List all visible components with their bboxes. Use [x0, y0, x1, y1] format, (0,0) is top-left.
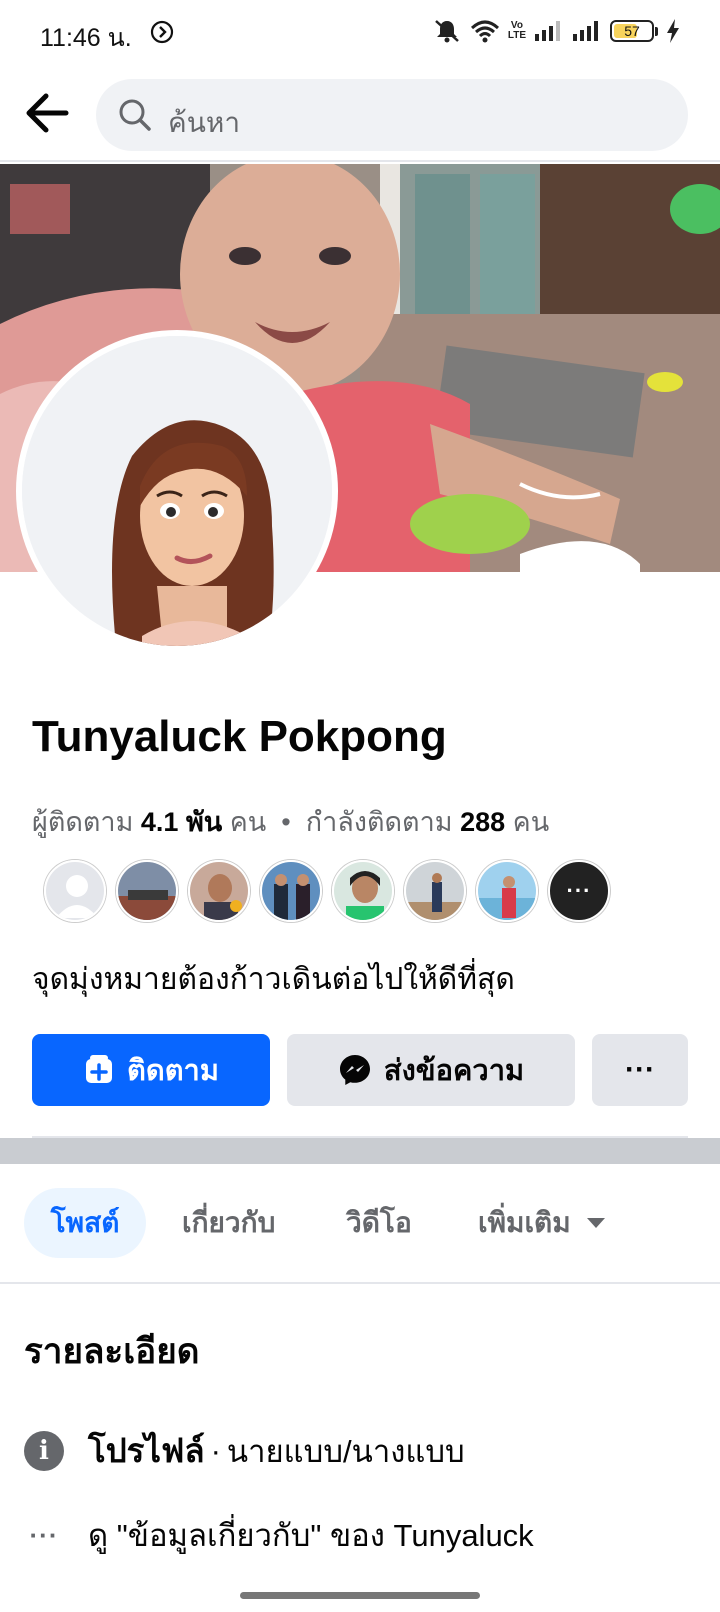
follow-plus-icon: [86, 1055, 113, 1083]
more-dots-icon: ···: [29, 1519, 59, 1550]
more-followers-button[interactable]: ···: [548, 860, 610, 922]
status-icons: Vo LTE 57: [432, 18, 680, 44]
arrow-left-icon: [26, 93, 69, 133]
search-icon: [119, 99, 151, 131]
tab-about-label: เกี่ยวกับ: [182, 1207, 276, 1238]
followers-unit: คน: [229, 807, 267, 837]
tab-more-label: เพิ่มเติม: [478, 1207, 571, 1238]
profile-tabs: โพสต์ เกี่ยวกับ วิดีโอ เพิ่มเติม: [0, 1164, 720, 1284]
detail-about-row[interactable]: ··· ดู "ข้อมูลเกี่ยวกับ" ของ Tunyaluck: [24, 1510, 534, 1560]
profile-bio: จุดมุ่งหมายต้องก้าวเดินต่อไปให้ดีที่สุด: [32, 963, 515, 996]
follower-avatar[interactable]: [332, 860, 394, 922]
following-count[interactable]: 288: [460, 807, 505, 837]
message-button-label: ส่งข้อความ: [383, 1055, 525, 1087]
profile-name: Tunyaluck Pokpong: [32, 712, 447, 761]
status-time: 11:46 น.: [40, 24, 132, 52]
tab-posts[interactable]: โพสต์: [24, 1188, 146, 1258]
profile-avatar[interactable]: [16, 330, 338, 652]
following-label: กำลังติดตาม: [305, 807, 453, 837]
home-indicator[interactable]: [240, 1592, 480, 1599]
battery-level: 57: [624, 23, 640, 39]
signal-icon-2: [573, 21, 598, 41]
signal-icon: [535, 21, 560, 41]
stats-separator: •: [281, 807, 291, 837]
charging-icon: [667, 19, 679, 43]
following-unit: คน: [512, 807, 550, 837]
status-bar: 11:46 น. Vo LTE 57: [0, 0, 720, 66]
caret-down-icon: [586, 1218, 605, 1228]
follower-avatar[interactable]: [116, 860, 178, 922]
volte-icon: Vo LTE: [508, 21, 526, 41]
follower-avatar[interactable]: [476, 860, 538, 922]
tab-about[interactable]: เกี่ยวกับ: [182, 1188, 275, 1258]
followers-label: ผู้ติดตาม: [32, 807, 134, 837]
info-icon: i: [24, 1430, 64, 1471]
follower-avatar[interactable]: [188, 860, 250, 922]
search-header: ค้นหา: [0, 66, 720, 162]
more-options-button[interactable]: ···: [592, 1034, 688, 1106]
more-dots-icon: ···: [566, 878, 592, 903]
follower-avatar[interactable]: [404, 860, 466, 922]
follow-button-label: ติดตาม: [127, 1055, 219, 1087]
details-heading: รายละเอียด: [24, 1332, 200, 1371]
wifi-icon: [470, 20, 499, 43]
follower-avatars: ···: [44, 860, 610, 922]
search-input[interactable]: ค้นหา: [96, 79, 688, 151]
follow-button[interactable]: ติดตาม: [32, 1034, 270, 1106]
follower-avatar[interactable]: [260, 860, 322, 922]
message-button[interactable]: ส่งข้อความ: [287, 1034, 575, 1106]
tab-videos[interactable]: วิดีโอ: [346, 1188, 412, 1258]
tab-more[interactable]: เพิ่มเติม: [478, 1188, 605, 1258]
tab-posts-label: โพสต์: [50, 1207, 120, 1238]
app-shortcut-icon: [150, 20, 174, 44]
back-button[interactable]: [22, 90, 72, 136]
mute-icon: [435, 20, 459, 43]
detail-profile-row: i โปรไฟล์ · นายแบบ/นางแบบ: [24, 1424, 465, 1477]
detail-about-link[interactable]: ดู "ข้อมูลเกี่ยวกับ" ของ Tunyaluck: [88, 1510, 534, 1560]
follower-avatar[interactable]: [44, 860, 106, 922]
messenger-icon: [339, 1055, 370, 1085]
follow-stats: ผู้ติดตาม 4.1 พัน คน • กำลังติดตาม 288 ค…: [32, 800, 549, 843]
section-divider: [0, 1138, 720, 1164]
search-placeholder: ค้นหา: [168, 107, 241, 138]
followers-count[interactable]: 4.1 พัน: [141, 807, 222, 837]
tab-videos-label: วิดีโอ: [346, 1207, 412, 1238]
battery-icon: 57: [610, 20, 658, 42]
detail-dot: ·: [210, 1432, 221, 1468]
avatar-image: [22, 336, 332, 646]
volte-label-bottom: LTE: [507, 30, 526, 41]
profile-actions: ติดตาม ส่งข้อความ ···: [32, 1034, 688, 1106]
detail-profile-label: โปรไฟล์: [88, 1432, 205, 1469]
detail-profile-value: นายแบบ/นางแบบ: [226, 1433, 465, 1469]
more-options-icon: ···: [625, 1053, 655, 1086]
